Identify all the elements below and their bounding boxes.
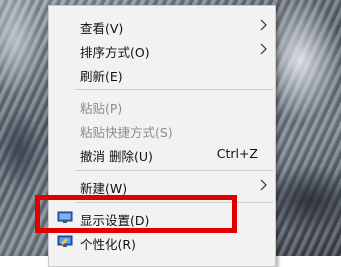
- menu-item-label: 粘贴(P): [80, 101, 123, 116]
- menu-item-sort-by[interactable]: 排序方式(O): [49, 38, 275, 62]
- menu-item-undo-delete[interactable]: 撤消 删除(U) Ctrl+Z: [49, 142, 275, 166]
- menu-item-refresh[interactable]: 刷新(E): [49, 62, 275, 86]
- menu-separator: [75, 89, 273, 90]
- menu-item-label: 粘贴快捷方式(S): [80, 125, 173, 140]
- menu-item-label: 排序方式(O): [80, 45, 150, 60]
- menu-item-paste[interactable]: 粘贴(P): [49, 94, 275, 118]
- menu-item-label: 个性化(R): [80, 237, 136, 252]
- chevron-right-icon: [260, 179, 267, 191]
- chevron-right-icon: [260, 19, 267, 31]
- red-highlight-box: [35, 195, 237, 233]
- menu-item-label: 撤消 删除(U): [80, 149, 153, 164]
- chevron-right-icon: [260, 43, 267, 55]
- menu-separator: [75, 170, 273, 171]
- menu-item-label: 刷新(E): [80, 69, 123, 84]
- menu-item-paste-shortcut[interactable]: 粘贴快捷方式(S): [49, 118, 275, 142]
- menu-item-view[interactable]: 查看(V): [49, 14, 275, 38]
- menu-item-label: 查看(V): [80, 21, 124, 36]
- menu-item-personalize[interactable]: 个性化(R): [49, 230, 275, 254]
- personalize-icon: [57, 235, 73, 247]
- menu-item-shortcut: Ctrl+Z: [216, 146, 258, 161]
